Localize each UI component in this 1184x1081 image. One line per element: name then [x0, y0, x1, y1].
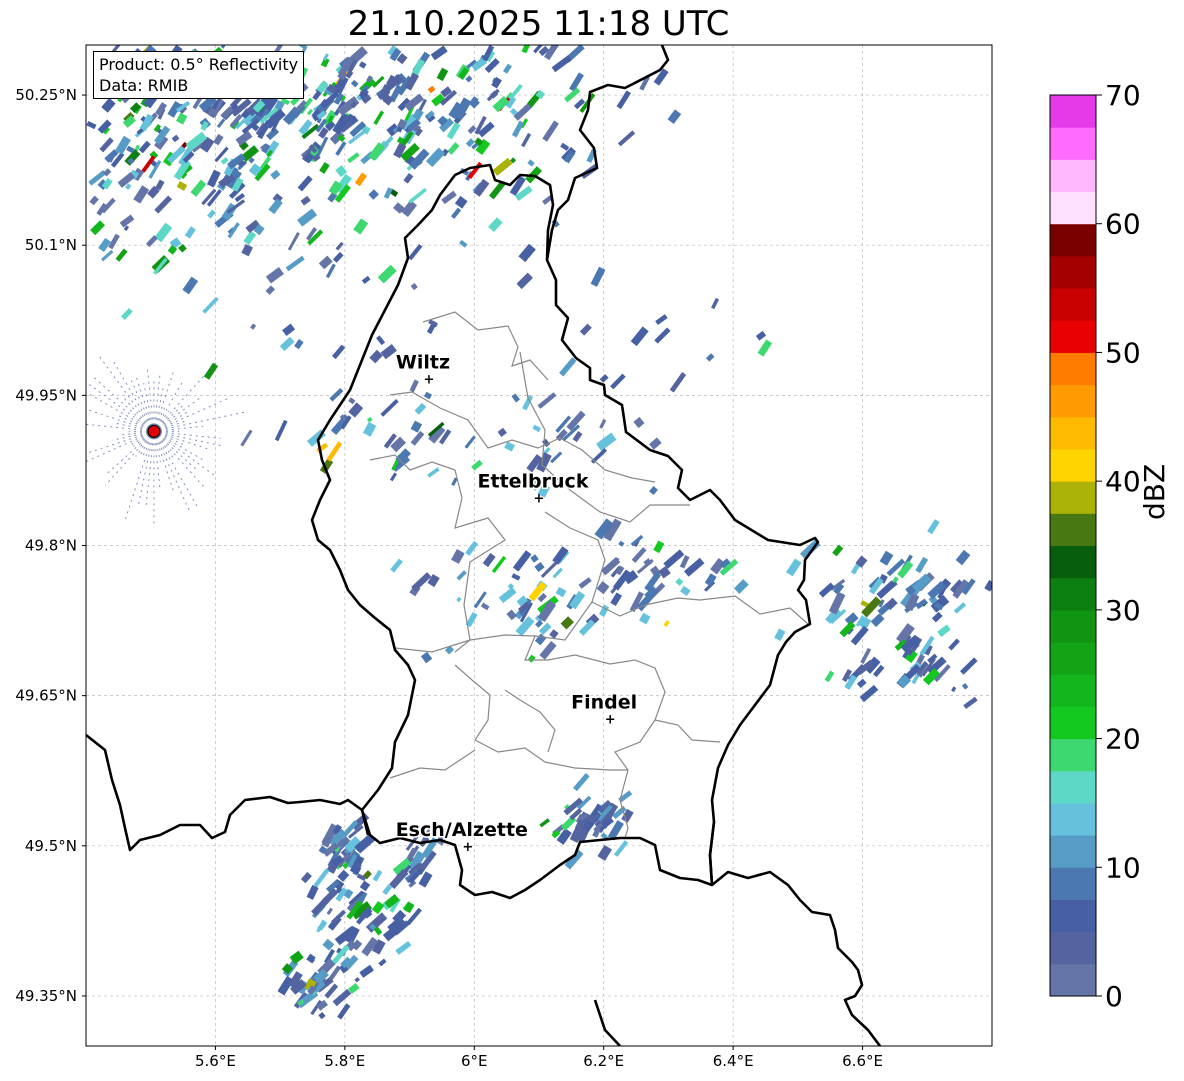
radar-map-figure: 5.6°E 5.8°E 6°E 6.2°E 6.4°E 6.6°E 50.25°N 50.1°…	[15, 44, 1141, 1070]
data-source-label: Data: RMIB	[99, 76, 189, 95]
colorbar-tick-label: 50	[1105, 336, 1141, 369]
city-label: Findel	[571, 692, 637, 714]
y-tick-label: 49.35°N	[15, 987, 77, 1005]
colorbar-segment	[1050, 770, 1096, 804]
city-marker-icon: +	[424, 372, 435, 387]
colorbar-tick-label: 70	[1105, 79, 1141, 112]
x-tick-label: 6.4°E	[713, 1052, 754, 1070]
colorbar-tick-label: 20	[1105, 723, 1141, 756]
product-label: Product: 0.5° Reflectivity	[99, 55, 299, 74]
radar-site-icon	[147, 424, 161, 438]
city-marker-icon: +	[605, 713, 616, 728]
colorbar-tick-label: 60	[1105, 208, 1141, 241]
colorbar-segment	[1050, 577, 1096, 611]
x-tick-label: 5.8°E	[324, 1052, 365, 1070]
colorbar-segment	[1050, 127, 1096, 160]
colorbar-segment	[1050, 255, 1096, 289]
colorbar-segment	[1050, 384, 1096, 418]
colorbar-unit-label: dBZ	[1138, 463, 1171, 520]
colorbar-segment	[1050, 545, 1096, 579]
colorbar-segment	[1050, 642, 1096, 675]
colorbar-tick-label: 30	[1105, 594, 1141, 627]
y-tick-label: 50.25°N	[15, 86, 77, 104]
colorbar-segment	[1050, 288, 1096, 321]
colorbar-segment	[1050, 352, 1096, 386]
colorbar-segment	[1050, 963, 1096, 997]
x-tick-label: 6°E	[461, 1052, 488, 1070]
colorbar-segment	[1050, 899, 1096, 933]
city-marker-icon: +	[462, 840, 473, 855]
x-tick-label: 6.6°E	[842, 1052, 883, 1070]
y-tick-label: 49.65°N	[15, 687, 77, 705]
colorbar-tick-label: 10	[1105, 851, 1141, 884]
colorbar-segment	[1050, 738, 1096, 772]
colorbar-segment	[1050, 609, 1096, 643]
colorbar-segment	[1050, 191, 1096, 225]
colorbar-segment	[1050, 513, 1096, 546]
y-tick-label: 49.95°N	[15, 386, 77, 404]
y-tick-label: 49.8°N	[25, 537, 77, 555]
colorbar-segment	[1050, 706, 1096, 740]
colorbar-segment	[1050, 481, 1096, 514]
colorbar-segment	[1050, 320, 1096, 353]
y-tick-label: 50.1°N	[25, 236, 77, 254]
colorbar-segment	[1050, 674, 1096, 707]
radar-site-marker	[147, 424, 161, 438]
colorbar-tick-label: 0	[1105, 980, 1123, 1013]
colorbar-segment	[1050, 223, 1096, 257]
x-tick-label: 5.6°E	[195, 1052, 236, 1070]
colorbar-segment	[1050, 95, 1096, 128]
product-info-box: Product: 0.5° Reflectivity Data: RMIB	[93, 51, 305, 99]
colorbar-segment	[1050, 931, 1096, 965]
city-label: Ettelbruck	[478, 470, 589, 492]
colorbar-segment	[1050, 416, 1096, 450]
city-label: Esch/Alzette	[396, 819, 528, 841]
colorbar-segment	[1050, 159, 1096, 193]
city-marker-icon: +	[534, 491, 545, 506]
x-tick-label: 6.2°E	[583, 1052, 624, 1070]
colorbar-tick-label: 40	[1105, 465, 1141, 498]
y-tick-label: 49.5°N	[25, 837, 77, 855]
colorbar: 0 10 20 30 40 50 60 70	[1049, 79, 1141, 1013]
colorbar-segment	[1050, 448, 1096, 482]
city-label: Wiltz	[396, 351, 450, 373]
colorbar-segment	[1050, 802, 1096, 836]
colorbar-segment	[1050, 867, 1096, 900]
colorbar-segment	[1050, 835, 1096, 868]
